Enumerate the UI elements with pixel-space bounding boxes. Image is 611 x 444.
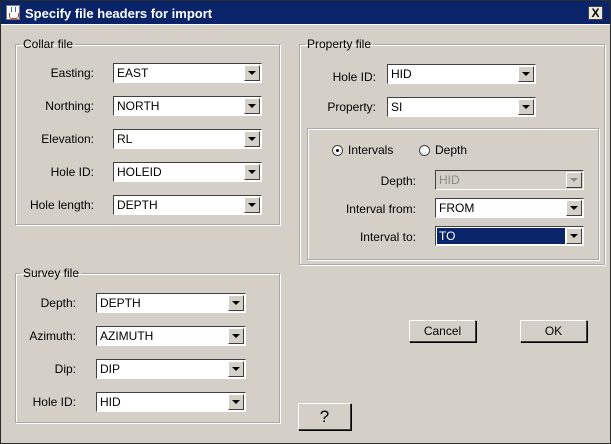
interval-to-label: Interval to: [359,230,416,244]
chevron-down-icon[interactable] [518,66,534,82]
survey-hole-id-select[interactable]: HID [96,392,246,412]
chevron-down-icon[interactable] [244,197,260,213]
survey-depth-label: Depth: [40,296,76,310]
property-file-legend: Property file [307,37,372,51]
elevation-value: RL [117,132,133,146]
radio-unchecked-icon [419,144,430,156]
chevron-down-icon[interactable] [228,328,244,344]
hole-length-select[interactable]: DEPTH [113,195,262,215]
chevron-down-icon[interactable] [244,131,260,147]
property-value: SI [391,100,403,114]
azimuth-select[interactable]: AZIMUTH [96,326,246,346]
window-title: Specify file headers for import [25,6,213,21]
chevron-down-icon[interactable] [228,295,244,311]
chevron-down-icon[interactable] [518,99,534,115]
chevron-down-icon [566,172,582,188]
dialog-window: Specify file headers for import X Collar… [0,0,611,444]
help-button[interactable]: ? [298,403,351,430]
chevron-down-icon[interactable] [566,200,582,216]
azimuth-value: AZIMUTH [100,329,154,343]
intervals-radio[interactable]: Intervals [332,143,393,157]
radio-checked-icon [332,144,343,156]
property-hole-id-select[interactable]: HID [387,64,536,84]
interval-from-select[interactable]: FROM [435,198,584,218]
chevron-down-icon[interactable] [228,394,244,410]
ok-button[interactable]: OK [520,320,587,342]
survey-file-legend: Survey file [23,266,80,280]
interval-to-select[interactable]: TO [435,226,584,246]
interval-to-value: TO [437,228,565,244]
hole-length-label: Hole length: [29,198,94,212]
chevron-down-icon[interactable] [244,65,260,81]
collar-hole-id-value: HOLEID [117,165,162,179]
northing-value: NORTH [117,99,160,113]
elevation-label: Elevation: [41,132,94,146]
survey-hole-id-label: Hole ID: [32,395,76,409]
chevron-down-icon[interactable] [244,98,260,114]
property-label: Property: [327,100,376,114]
chevron-down-icon[interactable] [228,361,244,377]
easting-select[interactable]: EAST [113,63,262,83]
survey-hole-id-value: HID [100,395,121,409]
property-depth-select: HID [435,170,584,190]
survey-depth-value: DEPTH [100,296,141,310]
hole-length-value: DEPTH [117,198,158,212]
easting-value: EAST [117,66,149,80]
title-bar[interactable]: Specify file headers for import X [1,1,610,25]
depth-radio-label: Depth [435,143,468,157]
property-depth-value: HID [439,173,460,187]
chevron-down-icon[interactable] [244,164,260,180]
chevron-down-icon[interactable] [566,228,582,244]
depth-radio[interactable]: Depth [419,143,467,157]
dip-value: DIP [100,362,121,376]
collar-file-legend: Collar file [23,37,74,51]
property-select[interactable]: SI [387,97,536,117]
dip-select[interactable]: DIP [96,359,246,379]
intervals-radio-label: Intervals [348,143,394,157]
interval-from-label: Interval from: [345,202,416,216]
close-button[interactable]: X [588,6,603,20]
elevation-select[interactable]: RL [113,129,262,149]
northing-label: Northing: [45,99,94,113]
collar-hole-id-label: Hole ID: [50,165,94,179]
easting-label: Easting: [50,66,94,80]
dip-label: Dip: [54,362,76,376]
survey-depth-select[interactable]: DEPTH [96,293,246,313]
property-hole-id-label: Hole ID: [332,70,376,84]
property-hole-id-value: HID [391,67,412,81]
azimuth-label: Azimuth: [29,329,76,343]
northing-select[interactable]: NORTH [113,96,262,116]
java-app-icon [6,5,20,20]
cancel-button[interactable]: Cancel [409,320,476,342]
property-depth-label: Depth: [380,174,416,188]
collar-hole-id-select[interactable]: HOLEID [113,162,262,182]
interval-from-value: FROM [439,201,475,215]
